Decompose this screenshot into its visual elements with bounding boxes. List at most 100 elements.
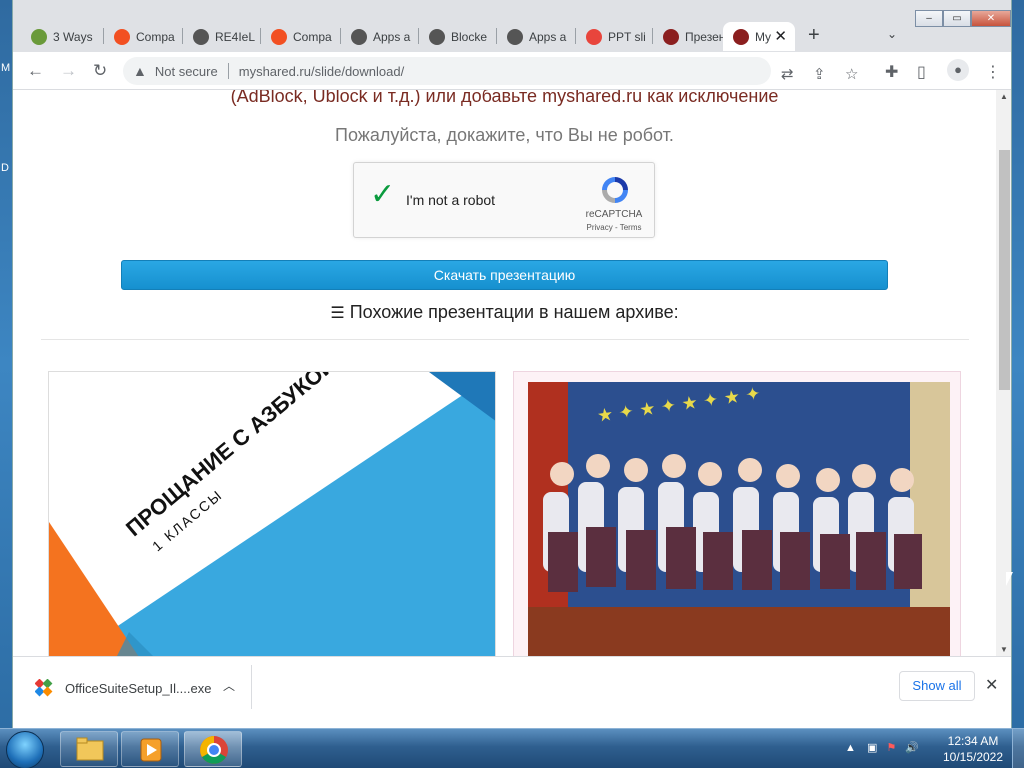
- list-icon: ☰: [330, 305, 345, 322]
- browser-tab[interactable]: PPT sli: [576, 22, 653, 51]
- tab-strip: 3 Ways Compa RE4IeL Compa Apps a Blocke Apps a…: [13, 0, 1011, 52]
- maximize-button[interactable]: ▭: [943, 10, 971, 27]
- side-panel-icon[interactable]: ▯: [917, 62, 926, 82]
- browser-window: 3 Ways Compa RE4IeL Compa Apps a Blocke Apps a…: [12, 0, 1012, 728]
- security-label[interactable]: Not secure: [155, 64, 218, 79]
- close-window-button[interactable]: ✕: [971, 10, 1011, 27]
- browser-tab[interactable]: Compa: [261, 22, 341, 51]
- address-divider: [227, 63, 229, 79]
- tab-favicon-icon: [271, 28, 287, 45]
- similar-presentation-card[interactable]: ПРОЩАНИЕ С АЗБУКОЙ 1 КЛАССЫ: [48, 371, 496, 656]
- downloads-bar: OfficeSuiteSetup_Il....exe ︿ Show all ✕: [13, 656, 1011, 716]
- browser-tab[interactable]: RE4IeL: [183, 22, 261, 51]
- browser-tab[interactable]: Blocke: [419, 22, 497, 51]
- chevron-up-icon[interactable]: ︿: [223, 677, 235, 694]
- scroll-up-arrow-icon[interactable]: ▲: [1000, 92, 1008, 101]
- minimize-button[interactable]: –: [915, 10, 943, 27]
- download-presentation-button[interactable]: Скачать презентацию: [121, 260, 888, 290]
- translate-icon[interactable]: ⇄: [781, 65, 794, 83]
- system-tray: ▲ ▣ ⚑ 🔊: [845, 741, 919, 754]
- taskbar-explorer-button[interactable]: [60, 731, 118, 767]
- similar-presentation-card[interactable]: ★ ✦ ★ ✦ ★ ✦ ★ ✦: [513, 371, 961, 656]
- warning-triangle-icon: ▲: [133, 63, 147, 79]
- tab-label: Apps a: [373, 29, 411, 44]
- reload-icon[interactable]: ↻: [93, 61, 107, 81]
- desktop-background-left: M D: [0, 0, 12, 728]
- address-bar[interactable]: ▲ Not secure myshared.ru/slide/download/…: [123, 57, 858, 85]
- tab-label: Презен: [685, 29, 726, 44]
- scrollbar-thumb[interactable]: [999, 150, 1010, 390]
- tab-favicon-icon: [733, 28, 749, 45]
- tab-label: Compa: [136, 29, 175, 44]
- similar-presentations-heading: ☰ Похожие презентации в нашем архиве:: [13, 302, 996, 323]
- network-icon[interactable]: ▣: [867, 742, 877, 754]
- taskbar-chrome-button[interactable]: [184, 731, 242, 767]
- close-icon[interactable]: ✕: [985, 675, 998, 695]
- forward-arrow-icon[interactable]: →: [60, 61, 77, 81]
- back-arrow-icon[interactable]: ←: [27, 61, 44, 81]
- tab-favicon-icon: [193, 28, 209, 45]
- url-text[interactable]: myshared.ru/slide/download/: [239, 64, 404, 79]
- children-choir-photo: ★ ✦ ★ ✦ ★ ✦ ★ ✦: [528, 382, 950, 656]
- officesuite-file-icon: [35, 679, 53, 697]
- browser-tab[interactable]: Презен: [653, 22, 731, 51]
- clock-date: 10/15/2022: [942, 750, 1004, 764]
- recaptcha-terms-link[interactable]: Privacy - Terms: [576, 223, 652, 232]
- recaptcha-widget: ✓ I'm not a robot reCAPTCHA Privacy - Te…: [353, 162, 655, 238]
- tab-favicon-icon: [507, 28, 523, 45]
- checkmark-icon[interactable]: ✓: [370, 177, 395, 212]
- start-button[interactable]: [6, 731, 44, 768]
- photo-illustration: ★ ✦ ★ ✦ ★ ✦ ★ ✦: [528, 382, 950, 656]
- scroll-down-arrow-icon[interactable]: ▼: [1000, 645, 1008, 654]
- browser-tab[interactable]: Apps a: [497, 22, 576, 51]
- tab-label: RE4IeL: [215, 29, 256, 44]
- tab-label: 3 Ways: [53, 29, 93, 44]
- divider: [251, 665, 252, 709]
- tab-favicon-icon: [31, 28, 47, 45]
- tab-close-icon[interactable]: ✕: [774, 27, 787, 45]
- extensions-puzzle-icon[interactable]: ✚: [885, 62, 898, 82]
- volume-icon[interactable]: 🔊: [905, 742, 919, 754]
- show-hidden-icons-icon[interactable]: ▲: [845, 742, 856, 754]
- taskbar-clock[interactable]: 12:34 AM 10/15/2022: [938, 733, 1008, 765]
- divider: [41, 339, 969, 340]
- browser-tab[interactable]: 3 Ways: [21, 22, 107, 51]
- share-icon[interactable]: ⇪: [813, 65, 826, 83]
- captcha-label: I'm not a robot: [406, 192, 496, 208]
- tab-search-chevron-down-icon[interactable]: ⌄: [887, 27, 897, 41]
- adblock-notice: (AdBlock, Ublock и т.д.) или добавьте my…: [230, 90, 779, 106]
- profile-avatar-icon[interactable]: ●: [947, 59, 969, 81]
- tab-favicon-icon: [351, 28, 367, 45]
- page-viewport: (AdBlock, Ublock и т.д.) или добавьте my…: [13, 90, 996, 656]
- show-desktop-button[interactable]: [1012, 729, 1024, 768]
- similar-heading-text: Похожие презентации в нашем архиве:: [349, 302, 679, 322]
- taskbar-media-player-button[interactable]: [121, 731, 179, 767]
- tab-label: My: [755, 29, 771, 44]
- tab-label: Apps a: [529, 29, 567, 44]
- mouse-cursor: [1006, 572, 1013, 586]
- recaptcha-logo-icon: [602, 177, 628, 203]
- browser-tab[interactable]: Apps a: [341, 22, 419, 51]
- robot-prompt: Пожалуйста, докажите, что Вы не робот.: [335, 125, 674, 145]
- download-item[interactable]: OfficeSuiteSetup_Il....exe: [35, 679, 211, 697]
- desktop-background-right: [1012, 0, 1024, 728]
- menu-kebab-icon[interactable]: ⋮: [985, 62, 1001, 82]
- tab-favicon-icon: [586, 28, 602, 45]
- tab-active[interactable]: My ✕: [723, 22, 795, 51]
- new-tab-button[interactable]: +: [808, 24, 820, 47]
- folder-icon: [76, 737, 104, 761]
- show-all-downloads-button[interactable]: Show all: [899, 671, 975, 701]
- tab-favicon-icon: [429, 28, 445, 45]
- desktop-icon-label-fragment: M: [1, 62, 11, 74]
- clock-time: 12:34 AM: [947, 734, 999, 748]
- tab-label: PPT sli: [608, 29, 646, 44]
- browser-tab[interactable]: Compa: [104, 22, 183, 51]
- windows-taskbar: ▲ ▣ ⚑ 🔊 12:34 AM 10/15/2022: [0, 728, 1024, 768]
- media-player-icon: [140, 738, 162, 762]
- download-filename[interactable]: OfficeSuiteSetup_Il....exe: [65, 681, 211, 696]
- chrome-icon: [200, 736, 228, 764]
- tab-favicon-icon: [114, 28, 130, 45]
- action-center-flag-icon[interactable]: ⚑: [886, 742, 896, 754]
- bookmark-star-icon[interactable]: ☆: [845, 65, 858, 83]
- browser-toolbar: ← → ↻ ▲ Not secure myshared.ru/slide/dow…: [13, 52, 1011, 90]
